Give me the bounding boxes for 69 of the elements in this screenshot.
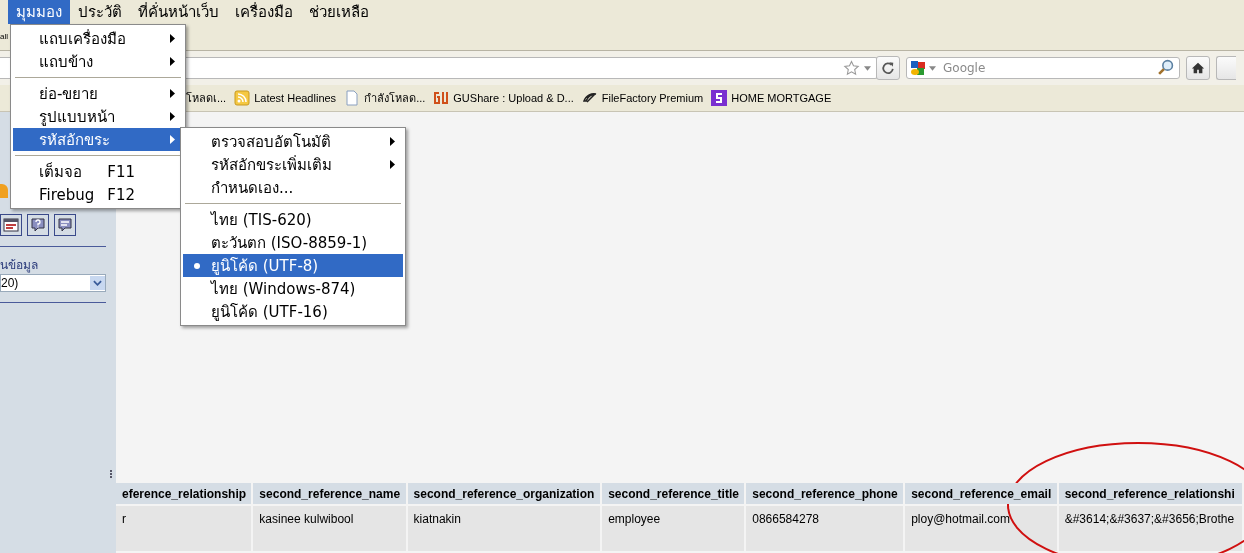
- menu-item[interactable]: ตรวจสอบอัตโนมัติ: [183, 130, 403, 153]
- table-cell: &#3614;&#3637;&#3656;Brothe: [1058, 506, 1242, 551]
- feed-icon: [234, 90, 251, 106]
- submenu-arrow-icon: [170, 89, 175, 98]
- home-button[interactable]: [1186, 56, 1210, 80]
- bookmark-item[interactable]: Latest Headlines: [234, 90, 337, 106]
- menu-bar-item[interactable]: มุมมอง: [8, 0, 70, 24]
- bookmark-item[interactable]: FileFactory Premium: [581, 90, 704, 106]
- menu-item[interactable]: รหัสอักขระเพิ่มเติม: [183, 153, 403, 176]
- menu-bar-item[interactable]: เครื่องมือ: [227, 0, 301, 24]
- dropdown-arrow-icon[interactable]: [864, 65, 871, 71]
- menu-item[interactable]: แถบเครื่องมือ: [13, 27, 183, 50]
- column-header: eference_relationship: [116, 483, 252, 504]
- reload-icon: [881, 61, 895, 75]
- splitter-handle[interactable]: [110, 470, 114, 478]
- menu-item[interactable]: Firebug F12: [13, 183, 183, 206]
- menu-item[interactable]: เต็มจอ F11: [13, 160, 183, 183]
- column-header: second_reference_relationshi: [1058, 483, 1242, 504]
- bookmark-item[interactable]: GUShare : Upload & D...: [433, 90, 574, 106]
- column-header: second_reference_name: [253, 483, 406, 504]
- submenu-arrow-icon: [170, 135, 175, 144]
- menu-bar-item[interactable]: ที่คั่นหน้าเว็บ: [130, 0, 227, 24]
- star-icon[interactable]: [843, 59, 860, 77]
- menu-bar-item[interactable]: ช่วยเหลือ: [301, 0, 377, 24]
- search-engine-icon: [910, 60, 926, 76]
- home-icon: [1191, 61, 1205, 75]
- sidebar-label: นข้อมูล: [0, 257, 39, 274]
- sql-query-icon[interactable]: [54, 214, 76, 236]
- column-header: second_reference_phone: [746, 483, 904, 504]
- table-cell: 0866584278: [746, 506, 904, 551]
- table-cell: r: [116, 506, 252, 551]
- menu-item[interactable]: ยูนิโค้ด (UTF-16): [183, 300, 403, 323]
- help-icon[interactable]: [27, 214, 49, 236]
- search-icon[interactable]: [1157, 59, 1174, 76]
- menu-item[interactable]: ยูนิโค้ด (UTF-8): [183, 254, 403, 277]
- s-logo-icon: [711, 90, 728, 106]
- menu-bar-item[interactable]: ประวัติ: [70, 0, 130, 24]
- menu-item[interactable]: รหัสอักขระ: [13, 128, 183, 151]
- menu-item[interactable]: กำหนดเอง...: [183, 176, 403, 199]
- submenu-arrow-icon: [170, 34, 175, 43]
- menu-item[interactable]: ตะวันตก (ISO-8859-1): [183, 231, 403, 254]
- reload-button[interactable]: [876, 56, 900, 80]
- toolbar-label: all: [0, 32, 8, 42]
- menu-item[interactable]: ย่อ-ขยาย: [13, 82, 183, 105]
- submenu-arrow-icon: [170, 57, 175, 66]
- bookmark-item[interactable]: โหลดเ...: [186, 89, 227, 107]
- table-cell: ploy@hotmail.com: [905, 506, 1057, 551]
- menu-item[interactable]: รูปแบบหน้า: [13, 105, 183, 128]
- logo-fragment-icon: [0, 184, 8, 198]
- submenu-arrow-icon: [390, 160, 395, 169]
- gu-logo-icon: [433, 90, 450, 106]
- table-cell: kasinee kulwibool: [253, 506, 406, 551]
- table-cell: kiatnakin: [407, 506, 601, 551]
- column-header: second_reference_organization: [407, 483, 601, 504]
- column-header: second_reference_email: [905, 483, 1057, 504]
- bookmark-item[interactable]: HOME MORTGAGE: [711, 90, 832, 106]
- menu-item[interactable]: ไทย (Windows-874): [183, 277, 403, 300]
- dropdown-arrow-icon[interactable]: [929, 66, 936, 71]
- page-icon: [344, 90, 361, 106]
- menu-item[interactable]: ไทย (TIS-620): [183, 208, 403, 231]
- bookmark-item[interactable]: กำลังโหลด...: [344, 89, 426, 107]
- table-cell: employee: [602, 506, 745, 551]
- column-header: second_reference_title: [602, 483, 745, 504]
- dropdown-field[interactable]: 20): [0, 274, 106, 292]
- sql-window-icon[interactable]: [0, 214, 22, 236]
- menu-item[interactable]: แถบข้าง: [13, 50, 183, 73]
- search-field[interactable]: Google: [906, 57, 1180, 79]
- submenu-arrow-icon: [170, 112, 175, 121]
- submenu-arrow-icon: [390, 137, 395, 146]
